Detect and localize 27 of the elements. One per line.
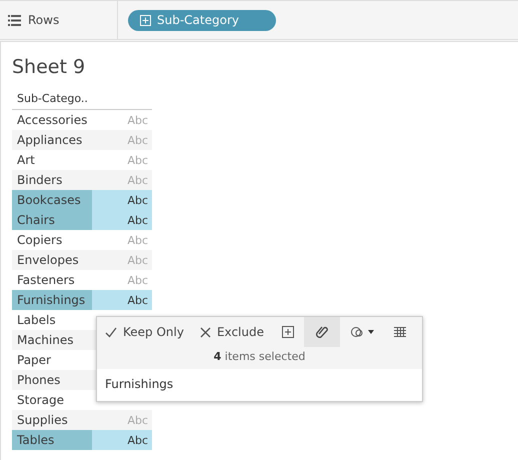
paperclip-icon[interactable] xyxy=(304,317,340,347)
row-header[interactable]: Envelopes xyxy=(12,250,92,270)
row-header[interactable]: Paper xyxy=(12,350,92,370)
row-header[interactable]: Labels xyxy=(12,310,92,330)
row-header[interactable]: Fasteners xyxy=(12,270,92,290)
row-header[interactable]: Furnishings xyxy=(12,290,92,310)
tooltip-value: Furnishings xyxy=(104,376,174,393)
keep-only-button[interactable]: Keep Only xyxy=(97,317,192,347)
row-header[interactable]: Art xyxy=(12,150,92,170)
row-header[interactable]: Supplies xyxy=(12,410,92,430)
row-header[interactable]: Accessories xyxy=(12,110,92,130)
list-icon xyxy=(8,14,21,26)
check-icon xyxy=(105,326,117,338)
row-header[interactable]: Chairs xyxy=(12,210,92,230)
row-header[interactable]: Storage xyxy=(12,390,92,410)
close-icon xyxy=(200,326,211,338)
row-header[interactable]: Appliances xyxy=(12,130,92,150)
row-header[interactable]: Binders xyxy=(12,170,92,190)
row-header[interactable]: Copiers xyxy=(12,230,92,250)
shelf-label: Rows xyxy=(28,13,60,27)
selection-summary: 4 items selected xyxy=(212,349,306,365)
sheet-title: Sheet 9 xyxy=(12,56,86,80)
row-header[interactable]: Bookcases xyxy=(12,190,92,210)
column-header[interactable]: Sub-Catego.. xyxy=(12,92,152,110)
row-header[interactable]: Tables xyxy=(12,430,92,450)
expand-icon[interactable] xyxy=(140,14,151,26)
exclude-button[interactable]: Exclude xyxy=(192,317,272,347)
